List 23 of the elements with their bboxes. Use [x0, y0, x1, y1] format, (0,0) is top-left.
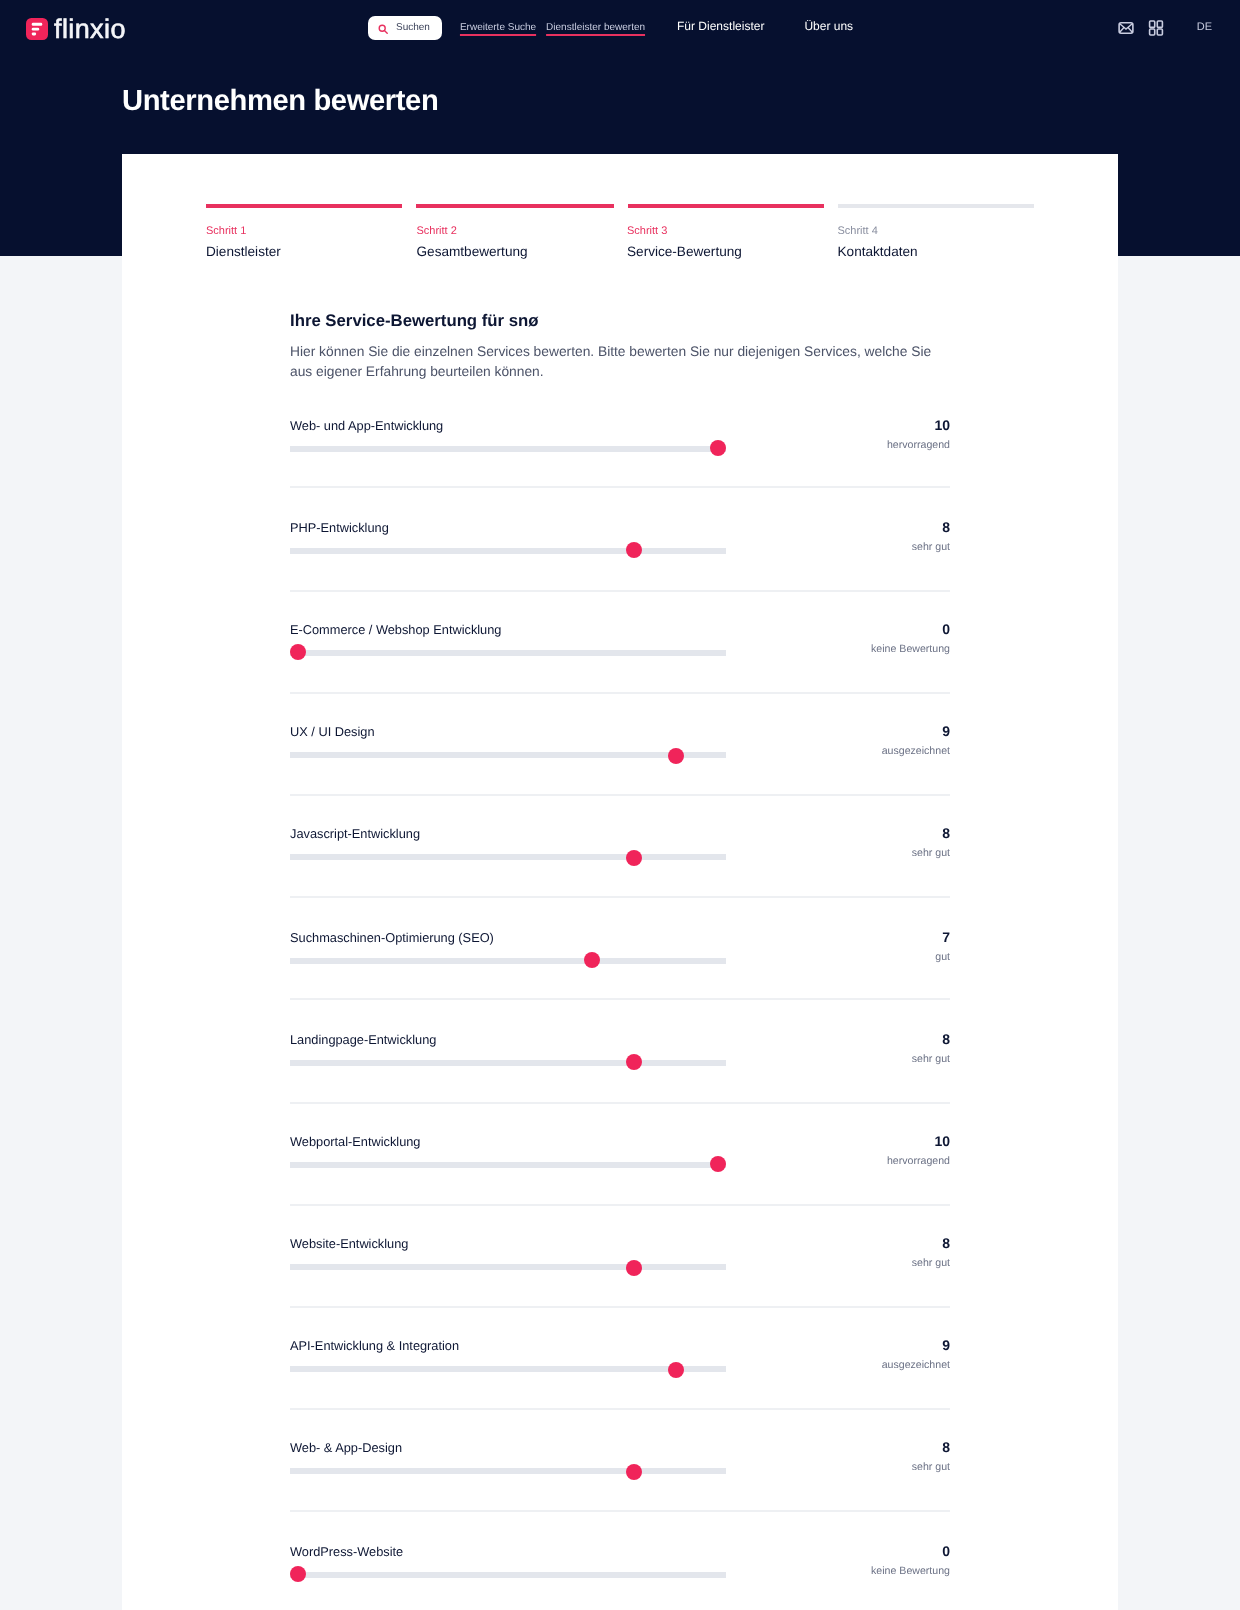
slider-thumb[interactable] [584, 952, 600, 969]
slider-thumb[interactable] [626, 542, 642, 559]
logo-text[interactable]: flinxio [54, 13, 126, 43]
logo-icon [26, 17, 48, 39]
rating-slider[interactable] [290, 644, 726, 661]
search-icon [378, 23, 388, 33]
mail-icon[interactable] [1118, 20, 1135, 36]
slider-thumb[interactable] [626, 1259, 642, 1276]
slider-thumb[interactable] [626, 1463, 642, 1480]
slider-thumb[interactable] [626, 849, 642, 866]
rating-slider[interactable] [290, 440, 726, 457]
grid-icon[interactable] [1148, 20, 1165, 36]
slider-thumb[interactable] [668, 747, 684, 764]
slider-thumb[interactable] [710, 440, 726, 457]
slider-thumb[interactable] [710, 1156, 726, 1173]
page-title: Unternehmen bewerten [122, 84, 439, 120]
slider-thumb[interactable] [290, 644, 306, 661]
rating-slider[interactable] [290, 1156, 726, 1173]
slider-thumb[interactable] [668, 1361, 684, 1378]
section-heading: Ihre Service-Bewertung für snø [290, 308, 539, 332]
slider-thumb[interactable] [290, 1566, 306, 1583]
rating-slider[interactable] [290, 1566, 726, 1583]
slider-thumb[interactable] [626, 1054, 642, 1071]
